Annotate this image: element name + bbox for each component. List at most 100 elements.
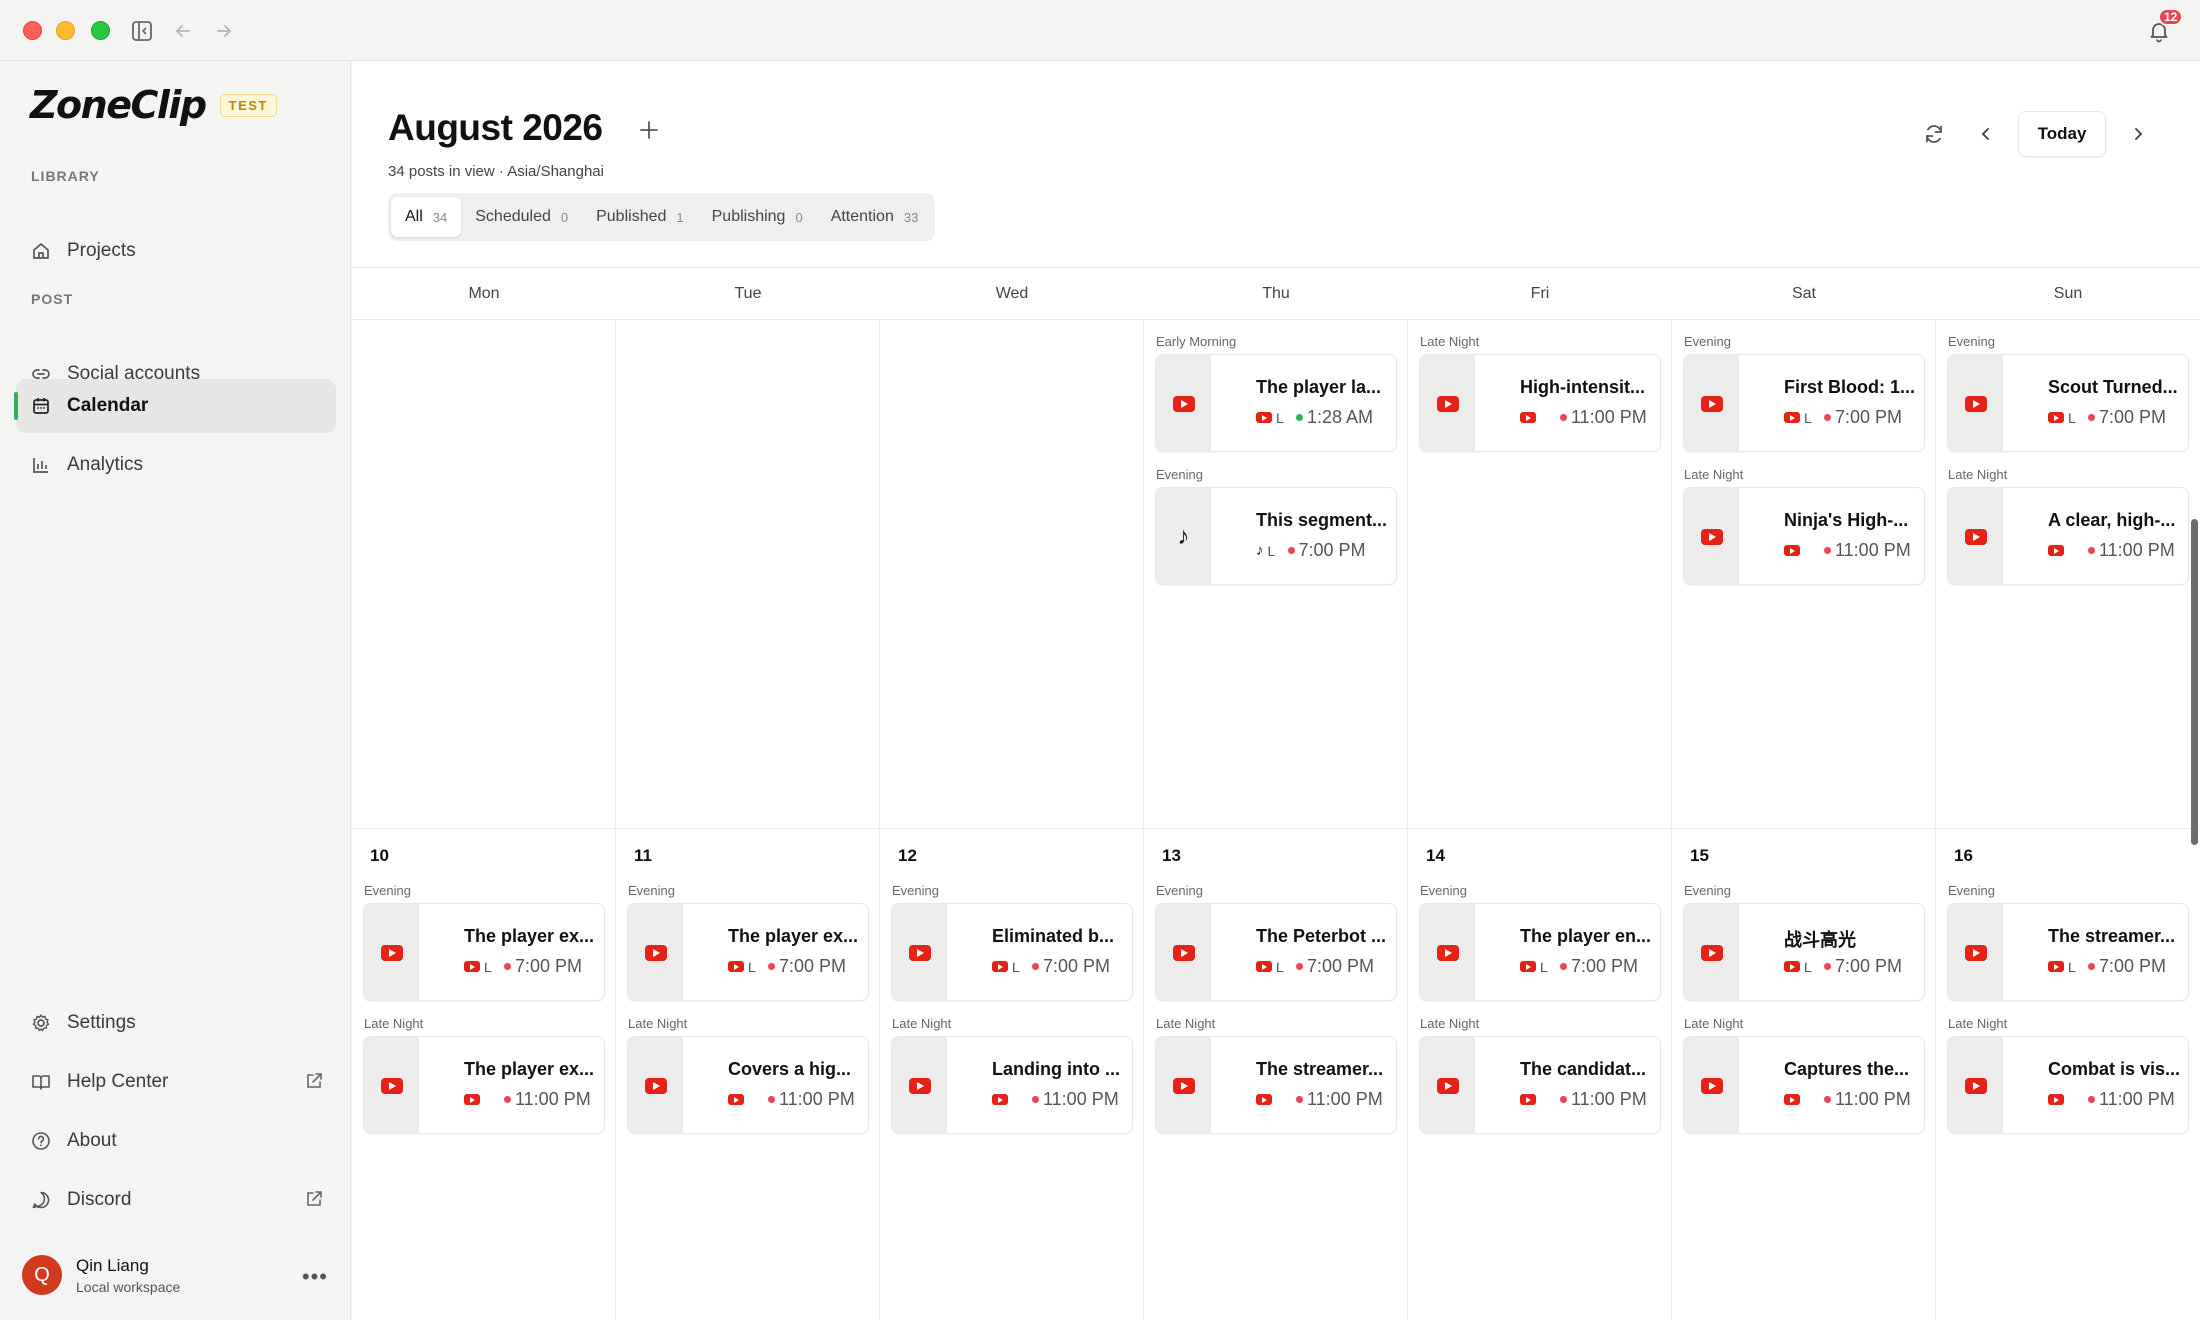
post-meta: 11:00 PM	[992, 1089, 1130, 1110]
account-label: L	[748, 958, 756, 975]
youtube-icon	[1700, 529, 1723, 545]
post-time: 11:00 PM	[1835, 540, 1911, 560]
post-card[interactable]: 战斗高光 L 7:00 PM	[1683, 903, 1925, 1001]
calendar-icon	[30, 395, 52, 417]
status-dot	[2088, 963, 2095, 970]
sidebar-item-about[interactable]: About	[16, 1114, 336, 1168]
youtube-icon	[1964, 945, 1987, 961]
post-thumbnail	[1156, 904, 1211, 1000]
post-card[interactable]: Eliminated b... L 7:00 PM	[891, 903, 1133, 1001]
notification-count-badge: 12	[2158, 8, 2184, 26]
post-card[interactable]: The candidat... 11:00 PM	[1419, 1036, 1661, 1134]
post-card[interactable]: The player en... L 7:00 PM	[1419, 903, 1661, 1001]
post-card[interactable]: Combat is vis... 11:00 PM	[1947, 1036, 2189, 1134]
day-number: 13	[1162, 846, 1181, 865]
filter-tab-all[interactable]: All 34	[391, 197, 462, 237]
user-workspace: Local workspace	[76, 1278, 181, 1295]
post-title: Landing into ...	[992, 1059, 1120, 1079]
post-title: The player ex...	[464, 926, 595, 946]
post-time: 7:00 PM	[1298, 540, 1366, 560]
user-profile[interactable]: Q Qin Liang Local workspace •••	[16, 1247, 336, 1303]
post-card[interactable]: Landing into ... 11:00 PM	[891, 1036, 1133, 1134]
tiktok-icon: ♪	[1177, 523, 1190, 550]
filter-tab-published[interactable]: Published 1	[582, 197, 698, 237]
column-divider	[1935, 320, 1936, 1320]
filter-tab-scheduled[interactable]: Scheduled 0	[461, 197, 582, 237]
time-slot-label: Late Night	[1948, 1016, 2008, 1031]
post-card[interactable]: ♪ This segment... ♪ L 7:00 PM	[1155, 487, 1397, 585]
sidebar-item-projects[interactable]: Projects	[16, 224, 336, 278]
app-name: ZoneClip	[30, 83, 207, 127]
filter-tab-attention[interactable]: Attention 33	[817, 197, 933, 237]
more-options-icon[interactable]: •••	[302, 1264, 328, 1290]
day-number: 11	[634, 846, 652, 865]
post-card[interactable]: The Peterbot ... L 7:00 PM	[1155, 903, 1397, 1001]
post-card[interactable]: High-intensit... 11:00 PM	[1419, 354, 1661, 452]
toggle-sidebar-icon[interactable]	[127, 16, 157, 46]
post-time: 11:00 PM	[779, 1089, 855, 1109]
post-thumbnail	[1684, 904, 1739, 1000]
post-title: The streamer...	[1256, 1059, 1384, 1079]
youtube-icon	[1964, 1078, 1987, 1094]
weekday-label: Sun	[2053, 285, 2083, 302]
next-month-button[interactable]	[2116, 111, 2160, 157]
day-number: 15	[1690, 846, 1709, 865]
post-title: The candidat...	[1520, 1059, 1647, 1079]
sidebar-item-calendar[interactable]: Calendar	[14, 379, 336, 433]
post-meta: 11:00 PM	[2048, 1089, 2186, 1110]
previous-month-button[interactable]	[1964, 111, 2008, 157]
post-meta: L 7:00 PM	[1256, 956, 1394, 977]
youtube-icon	[1784, 412, 1800, 423]
post-title: Covers a hig...	[728, 1059, 852, 1079]
refresh-button[interactable]	[1912, 111, 1956, 157]
post-card[interactable]: Covers a hig... 11:00 PM	[627, 1036, 869, 1134]
post-time: 11:00 PM	[515, 1089, 591, 1109]
sidebar-item-discord[interactable]: Discord	[16, 1173, 336, 1227]
add-post-button[interactable]	[632, 113, 666, 147]
post-card[interactable]: The player ex... L 7:00 PM	[627, 903, 869, 1001]
gear-icon	[30, 1012, 52, 1034]
post-thumbnail	[1420, 904, 1475, 1000]
post-card[interactable]: The player ex... L 7:00 PM	[363, 903, 605, 1001]
youtube-icon	[380, 945, 403, 961]
status-dot	[1032, 1096, 1039, 1103]
home-icon	[30, 240, 52, 262]
status-dot	[1296, 414, 1303, 421]
sidebar-item-analytics[interactable]: Analytics	[16, 438, 336, 492]
forward-arrow-icon[interactable]	[209, 16, 239, 46]
weekday-label: Mon	[468, 285, 500, 302]
column-divider	[879, 320, 880, 1320]
post-meta: L 1:28 AM	[1256, 407, 1394, 428]
post-title: The Peterbot ...	[1256, 926, 1387, 946]
day-number: 12	[898, 846, 917, 865]
sidebar-item-settings[interactable]: Settings	[16, 996, 336, 1050]
post-card[interactable]: A clear, high-... 11:00 PM	[1947, 487, 2189, 585]
post-card[interactable]: Scout Turned... L 7:00 PM	[1947, 354, 2189, 452]
vertical-scrollbar[interactable]	[2191, 519, 2198, 845]
post-card[interactable]: Ninja's High-... 11:00 PM	[1683, 487, 1925, 585]
filter-tab-publishing[interactable]: Publishing 0	[698, 197, 817, 237]
close-window-button[interactable]	[23, 21, 42, 40]
post-card[interactable]: The player la... L 1:28 AM	[1155, 354, 1397, 452]
sidebar-item-help-center[interactable]: Help Center	[16, 1055, 336, 1109]
post-time: 7:00 PM	[1043, 956, 1111, 976]
post-time: 11:00 PM	[1043, 1089, 1119, 1109]
today-button[interactable]: Today	[2018, 111, 2106, 157]
post-thumbnail	[364, 1037, 419, 1133]
chat-bubble-icon	[30, 1189, 52, 1211]
post-card[interactable]: The streamer... 11:00 PM	[1155, 1036, 1397, 1134]
post-card[interactable]: The streamer... L 7:00 PM	[1947, 903, 2189, 1001]
back-arrow-icon[interactable]	[168, 16, 198, 46]
status-filter-tabs: All 34 Scheduled 0 Published 1 Publishing 0 …	[388, 193, 936, 241]
post-card[interactable]: The player ex... 11:00 PM	[363, 1036, 605, 1134]
post-meta: ♪ L 7:00 PM	[1256, 540, 1394, 561]
maximize-window-button[interactable]	[91, 21, 110, 40]
post-card[interactable]: First Blood: 1... L 7:00 PM	[1683, 354, 1925, 452]
time-slot-label: Late Night	[628, 1016, 688, 1031]
post-meta: 11:00 PM	[464, 1089, 602, 1110]
minimize-window-button[interactable]	[56, 21, 75, 40]
youtube-icon	[1964, 529, 1987, 545]
post-card[interactable]: Captures the... 11:00 PM	[1683, 1036, 1925, 1134]
time-slot-label: Evening	[1948, 334, 1995, 349]
youtube-icon	[380, 1078, 403, 1094]
